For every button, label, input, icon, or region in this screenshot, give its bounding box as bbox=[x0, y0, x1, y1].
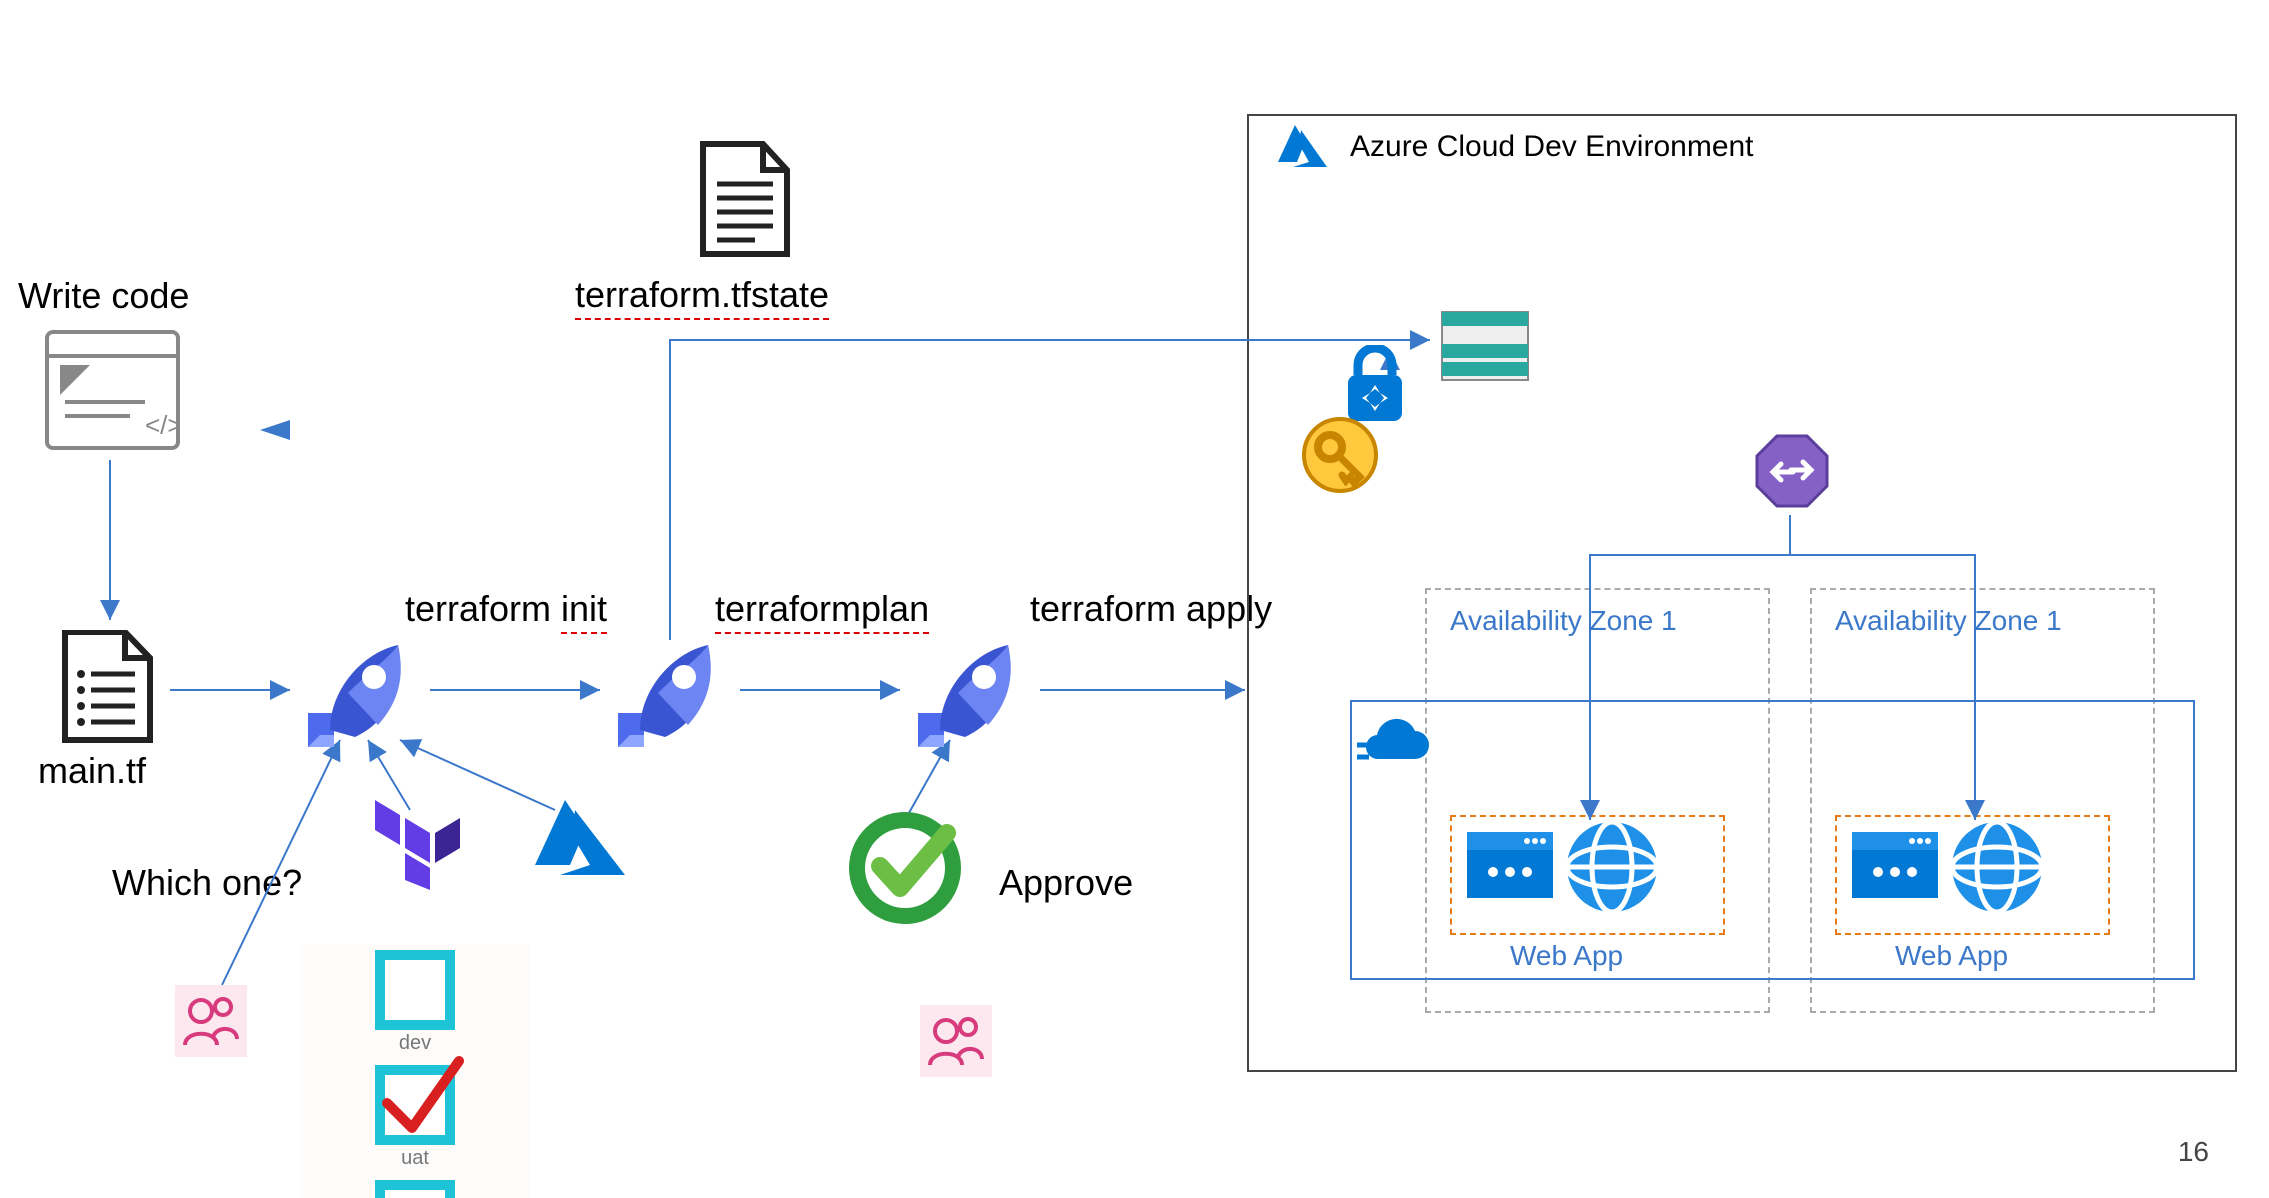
azure-icon bbox=[1275, 122, 1330, 175]
env-uat-checkbox[interactable] bbox=[375, 1065, 455, 1145]
which-one-label: Which one? bbox=[112, 862, 302, 904]
page-number: 16 bbox=[2178, 1136, 2209, 1168]
pipeline-init-icon bbox=[300, 635, 420, 760]
users-icon bbox=[920, 1005, 992, 1077]
env-dev-checkbox[interactable] bbox=[375, 950, 455, 1030]
window-icon-1 bbox=[1465, 830, 1555, 905]
storage-account-icon bbox=[1440, 310, 1530, 387]
main-tf-label: main.tf bbox=[38, 750, 146, 792]
key-icon bbox=[1300, 415, 1380, 500]
approve-check-icon bbox=[845, 808, 965, 933]
users-box-2 bbox=[920, 1005, 992, 1077]
pipeline-apply-icon bbox=[910, 635, 1030, 760]
users-icon bbox=[175, 985, 247, 1057]
az-zone-1-label: Availability Zone 1 bbox=[1450, 605, 1677, 637]
app-service-icon-1 bbox=[1565, 820, 1660, 920]
users-box-1 bbox=[175, 985, 247, 1057]
code-editor-icon: </> bbox=[45, 330, 180, 455]
file-icon bbox=[55, 630, 155, 750]
terraform-icon bbox=[370, 790, 465, 895]
approve-label: Approve bbox=[999, 862, 1133, 904]
load-balancer-icon bbox=[1753, 432, 1831, 515]
webapp-label-2: Web App bbox=[1895, 940, 2008, 972]
terraform-apply-label: terraform apply bbox=[1030, 588, 1272, 630]
pipeline-plan-icon bbox=[610, 635, 730, 760]
window-icon-2 bbox=[1850, 830, 1940, 905]
env-uat-label: uat bbox=[300, 1147, 530, 1170]
azure-icon-small bbox=[530, 795, 630, 885]
env-prd-checkbox[interactable] bbox=[375, 1180, 455, 1198]
az-zone-2-label: Availability Zone 1 bbox=[1835, 605, 2062, 637]
env-selector: dev uat prd bbox=[300, 944, 530, 1198]
document-icon bbox=[695, 140, 795, 265]
app-service-icon-2 bbox=[1950, 820, 2045, 920]
webapp-label-1: Web App bbox=[1510, 940, 1623, 972]
terraform-init-label: terraform init bbox=[405, 588, 607, 634]
env-dev-label: dev bbox=[300, 1032, 530, 1055]
write-code-label: Write code bbox=[18, 275, 189, 317]
terraform-tfstate-label: terraform.tfstate bbox=[575, 274, 829, 320]
terraformplan-label: terraformplan bbox=[715, 588, 929, 634]
svg-text:</>: </> bbox=[145, 410, 180, 440]
azure-env-label: Azure Cloud Dev Environment bbox=[1350, 130, 1754, 164]
cloud-icon bbox=[1355, 715, 1433, 776]
